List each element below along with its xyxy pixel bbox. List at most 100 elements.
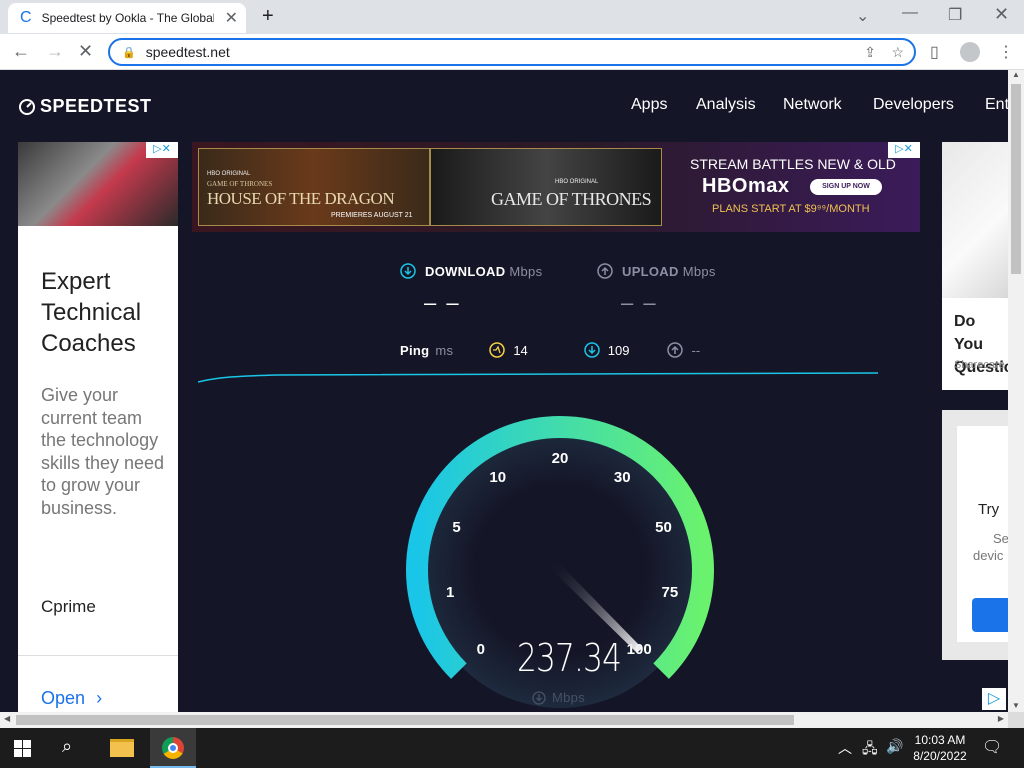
horizontal-scroll-thumb[interactable] [16, 715, 794, 725]
got-panel: HBO ORIGINAL GAME OF THRONES [430, 148, 662, 226]
upload-label: UPLOAD [622, 263, 679, 279]
menu-icon[interactable]: ⋮ [998, 42, 1014, 62]
ad-brand: Cprime [41, 597, 96, 616]
scroll-down-icon[interactable]: ▼ [1012, 701, 1020, 710]
profile-avatar[interactable] [960, 42, 980, 62]
url-text: speedtest.net [145, 44, 230, 60]
bookmark-star-icon[interactable]: ☆ [891, 44, 904, 61]
right-ad-image [942, 142, 1008, 298]
page-viewport: SPEEDTEST Apps Analysis Network Develope… [0, 70, 1008, 712]
ping-value: 14 [513, 342, 528, 358]
logo-text: SPEEDTEST [40, 96, 152, 116]
vertical-scroll-thumb[interactable] [1011, 84, 1021, 274]
right-ad-top[interactable]: Do You Questic Sharecare [942, 142, 1008, 390]
upload-header: UPLOAD Mbps [597, 263, 716, 279]
right-ad-bottom[interactable]: Try Se devic [942, 410, 1008, 660]
download-value: – – [424, 290, 461, 315]
address-bar[interactable]: 🔒 speedtest.net ⇪ ☆ [108, 38, 916, 66]
plans-text: PLANS START AT $9⁹⁹/MONTH [712, 203, 870, 215]
nav-analysis[interactable]: Analysis [696, 96, 756, 114]
vertical-scrollbar[interactable]: ▲ ▼ [1008, 70, 1024, 712]
download-latency-icon [584, 342, 600, 358]
restore-icon[interactable]: ❐ [948, 5, 962, 25]
gauge-download-icon [532, 690, 546, 705]
download-label: DOWNLOAD [425, 263, 506, 279]
adchoices-icon[interactable]: ▷✕ [146, 142, 178, 158]
gauge-unit: Mbps [552, 690, 585, 705]
nav-network[interactable]: Network [783, 96, 842, 114]
stop-loading-icon[interactable]: ✕ [78, 41, 93, 62]
right-ad-source: Sharecare [954, 359, 1005, 371]
volume-icon[interactable]: 🔊 [886, 738, 903, 755]
file-explorer-icon[interactable] [110, 739, 134, 757]
network-icon[interactable]: 🖧 [862, 738, 878, 762]
tab-search-icon[interactable]: ⌄ [856, 6, 869, 26]
gauge-logo-icon [19, 98, 35, 115]
hotd-panel: HBO ORIGINAL GAME OF THRONES HOUSE OF TH… [198, 148, 430, 226]
share-icon[interactable]: ⇪ [864, 44, 876, 61]
upload-value: – – [621, 290, 658, 315]
download-icon [400, 263, 416, 279]
got-title: GAME OF THRONES [491, 189, 652, 209]
scroll-left-icon[interactable]: ◀ [4, 714, 10, 723]
scrollbar-corner [1008, 712, 1024, 728]
hbo-original-text: HBO ORIGINAL [207, 171, 251, 177]
windows-taskbar: ⌕ ︿ 🖧 🔊 10:03 AM 8/20/2022 🗨 [0, 728, 1024, 768]
adchoices-corner-icon[interactable]: ▷ [982, 688, 1006, 710]
ping-row: Ping ms 14 109 -- [400, 342, 700, 358]
gauge-tick-label: 50 [655, 519, 672, 536]
gauge-tick-label: 5 [452, 519, 460, 536]
ad-open-label: Open [41, 688, 86, 708]
tab-title: Speedtest by Ookla - The Global [41, 11, 214, 25]
nav-apps[interactable]: Apps [631, 96, 667, 114]
hbo-original-text-2: HBO ORIGINAL [555, 179, 599, 185]
premieres-text: PREMIERES AUGUST 21 [331, 212, 413, 219]
loading-icon: C [20, 9, 32, 26]
forward-icon[interactable]: → [46, 41, 64, 62]
hbomax-headline: STREAM BATTLES NEW & OLD [690, 156, 896, 172]
right-ad-try: Try [978, 501, 1000, 518]
windows-start-icon[interactable] [14, 740, 31, 757]
nav-developers[interactable]: Developers [873, 96, 954, 114]
nav-enterprise[interactable]: Ent [985, 96, 1008, 114]
right-ad-se: Se [993, 531, 1008, 546]
ad-open-button[interactable]: Open › [41, 688, 102, 709]
clock-time: 10:03 AM [914, 733, 966, 747]
gauge-unit-row: Mbps [532, 690, 585, 705]
gauge-tick-label: 20 [552, 450, 569, 467]
minimize-icon[interactable]: — [902, 4, 918, 22]
chrome-taskbar-button[interactable] [150, 728, 196, 768]
tab-close-icon[interactable]: ✕ [225, 8, 238, 28]
download-unit: Mbps [509, 263, 543, 279]
download-speed-line [198, 372, 878, 383]
ad-title: Expert Technical Coaches [41, 268, 142, 357]
chevron-right-icon: › [96, 688, 103, 708]
show-hidden-icons[interactable]: ︿ [838, 738, 852, 758]
speedtest-logo[interactable]: SPEEDTEST [18, 96, 152, 117]
left-ad[interactable]: ▷✕ Expert Technical Coaches Give your cu… [18, 142, 178, 712]
back-icon[interactable]: ← [12, 41, 30, 62]
scroll-up-icon[interactable]: ▲ [1012, 70, 1020, 79]
scroll-right-icon[interactable]: ▶ [998, 714, 1004, 723]
new-tab-icon[interactable]: + [262, 5, 274, 28]
notifications-icon[interactable]: 🗨 [982, 737, 1002, 757]
right-ad-devic: devic [973, 548, 1004, 563]
upload-latency-icon [667, 342, 684, 358]
upload-unit: Mbps [682, 263, 716, 279]
clock-date: 8/20/2022 [913, 749, 967, 763]
ping-label: Ping [400, 342, 430, 358]
ping-unit: ms [435, 342, 454, 358]
hotd-title: HOUSE OF THE DRAGON [207, 189, 395, 208]
gauge-tick-label: 0 [477, 641, 485, 658]
right-ad-button[interactable] [972, 598, 1008, 632]
got-small-text: GAME OF THRONES [207, 180, 273, 188]
clock[interactable]: 10:03 AM 8/20/2022 [910, 732, 970, 764]
close-window-icon[interactable]: ✕ [994, 4, 1009, 25]
banner-ad[interactable]: HBO ORIGINAL GAME OF THRONES HOUSE OF TH… [192, 142, 920, 232]
side-panel-icon[interactable]: ▯ [930, 42, 939, 62]
horizontal-scrollbar[interactable]: ◀ ▶ [0, 712, 1008, 728]
browser-tab[interactable]: C Speedtest by Ookla - The Global ✕ [8, 3, 246, 33]
gauge-speed-value: 237.34 [517, 636, 622, 680]
search-icon[interactable]: ⌕ [62, 736, 72, 757]
signup-button[interactable]: SIGN UP NOW [810, 179, 882, 195]
